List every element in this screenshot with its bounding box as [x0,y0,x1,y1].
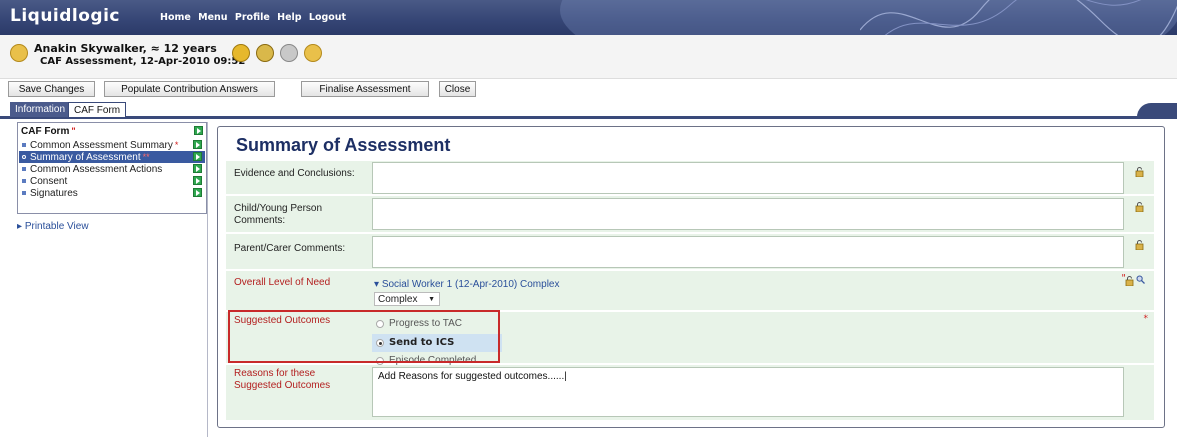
tab-caf-form[interactable]: CAF Form [68,102,127,117]
go-icon[interactable] [193,164,202,173]
go-icon[interactable] [193,140,202,149]
form-row-parent-comments: Parent/Carer Comments: [226,234,1154,270]
sidebar-item-common-assessment-actions[interactable]: Common Assessment Actions [19,163,205,175]
patient-name: Anakin Skywalker, ≈ 12 years [34,42,217,55]
form-row-evidence: Evidence and Conclusions: [226,161,1154,195]
left-panel: CAF Form " Common Assessment Summary * Su… [10,122,207,434]
tab-baseline [0,116,1177,119]
go-icon[interactable] [193,188,202,197]
tab-bar-corner [1137,103,1177,117]
sidebar-item-signatures[interactable]: Signatures [19,187,205,199]
go-icon[interactable] [194,126,203,135]
parent-comments-field[interactable] [372,236,1124,268]
tab-bar: Information CAF Form [0,102,1177,119]
document-icon[interactable] [304,44,322,62]
nav-logout[interactable]: Logout [309,12,346,23]
patient-icons [232,44,322,62]
go-icon[interactable] [193,176,202,185]
populate-contribution-button[interactable]: Populate Contribution Answers [104,81,275,97]
sidebar-item-consent[interactable]: Consent [19,175,205,187]
bullet-icon [22,155,26,159]
lock-icon[interactable] [1135,167,1144,177]
go-icon[interactable] [193,152,202,161]
main-nav: Home Menu Profile Help Logout [160,12,350,23]
search-icon[interactable] [1136,275,1145,284]
assessment-title: CAF Assessment, 12-Apr-2010 09:52 [40,56,246,67]
contribution-link[interactable]: ▾ Social Worker 1 (12-Apr-2010) Complex [374,279,559,290]
bullet-icon [22,167,26,171]
child-comments-label: Child/Young Person Comments: [234,203,323,226]
lock-icon[interactable] [1135,240,1144,250]
required-marker: * [1143,314,1149,324]
form-row-child-comments: Child/Young Person Comments: [226,196,1154,233]
level-of-need-label: Overall Level of Need [234,277,331,288]
finalise-assessment-button[interactable]: Finalise Assessment [301,81,429,97]
highlight-box [228,310,500,363]
form-panel: Summary of Assessment Evidence and Concl… [217,126,1165,428]
save-changes-button[interactable]: Save Changes [8,81,95,97]
banner-swirl-decoration [860,0,1177,35]
printable-view-link[interactable]: ▸ Printable View [17,221,89,232]
evidence-field[interactable] [372,162,1124,194]
sidebar-item-common-assessment-summary[interactable]: Common Assessment Summary * [19,139,205,151]
required-marker: " [71,126,76,136]
tab-information[interactable]: Information [10,102,71,117]
app-banner: Liquidlogic Home Menu Profile Help Logou… [0,0,1177,35]
nav-profile[interactable]: Profile [235,12,270,23]
lock-icon[interactable] [1125,276,1134,286]
toolbar: Save Changes Populate Contribution Answe… [0,79,1177,101]
app-logo: Liquidlogic [10,6,121,26]
bullet-icon [22,143,26,147]
family-icon[interactable] [256,44,274,62]
evidence-label: Evidence and Conclusions: [234,168,355,179]
nav-menu[interactable]: Menu [198,12,227,23]
sidebar-item-summary-of-assessment[interactable]: Summary of Assessment ** [19,151,205,163]
form-row-reasons: Reasons for these Suggested Outcomes Add… [226,365,1154,421]
bullet-icon [22,179,26,183]
level-of-need-select[interactable]: Complex ▼ [374,292,440,306]
assessment-icon [10,44,28,62]
child-comments-field[interactable] [372,198,1124,230]
panel-divider [207,122,208,437]
professionals-icon[interactable] [280,44,298,62]
lock-icon[interactable] [1135,202,1144,212]
page-title: Summary of Assessment [236,135,451,155]
patient-header: Anakin Skywalker, ≈ 12 years CAF Assessm… [0,35,1177,79]
parent-comments-label: Parent/Carer Comments: [234,243,346,254]
form-row-level-of-need: Overall Level of Need ▾ Social Worker 1 … [226,271,1154,311]
person-icon[interactable] [232,44,250,62]
chevron-down-icon: ▼ [428,295,435,303]
caf-form-nav: CAF Form " Common Assessment Summary * Su… [17,122,207,214]
caf-form-title: CAF Form " [21,126,76,137]
close-button[interactable]: Close [439,81,476,97]
reasons-field[interactable]: Add Reasons for suggested outcomes......… [372,367,1124,417]
bullet-icon [22,191,26,195]
nav-help[interactable]: Help [277,12,301,23]
reasons-label: Reasons for these Suggested Outcomes [234,368,331,391]
nav-home[interactable]: Home [160,12,191,23]
